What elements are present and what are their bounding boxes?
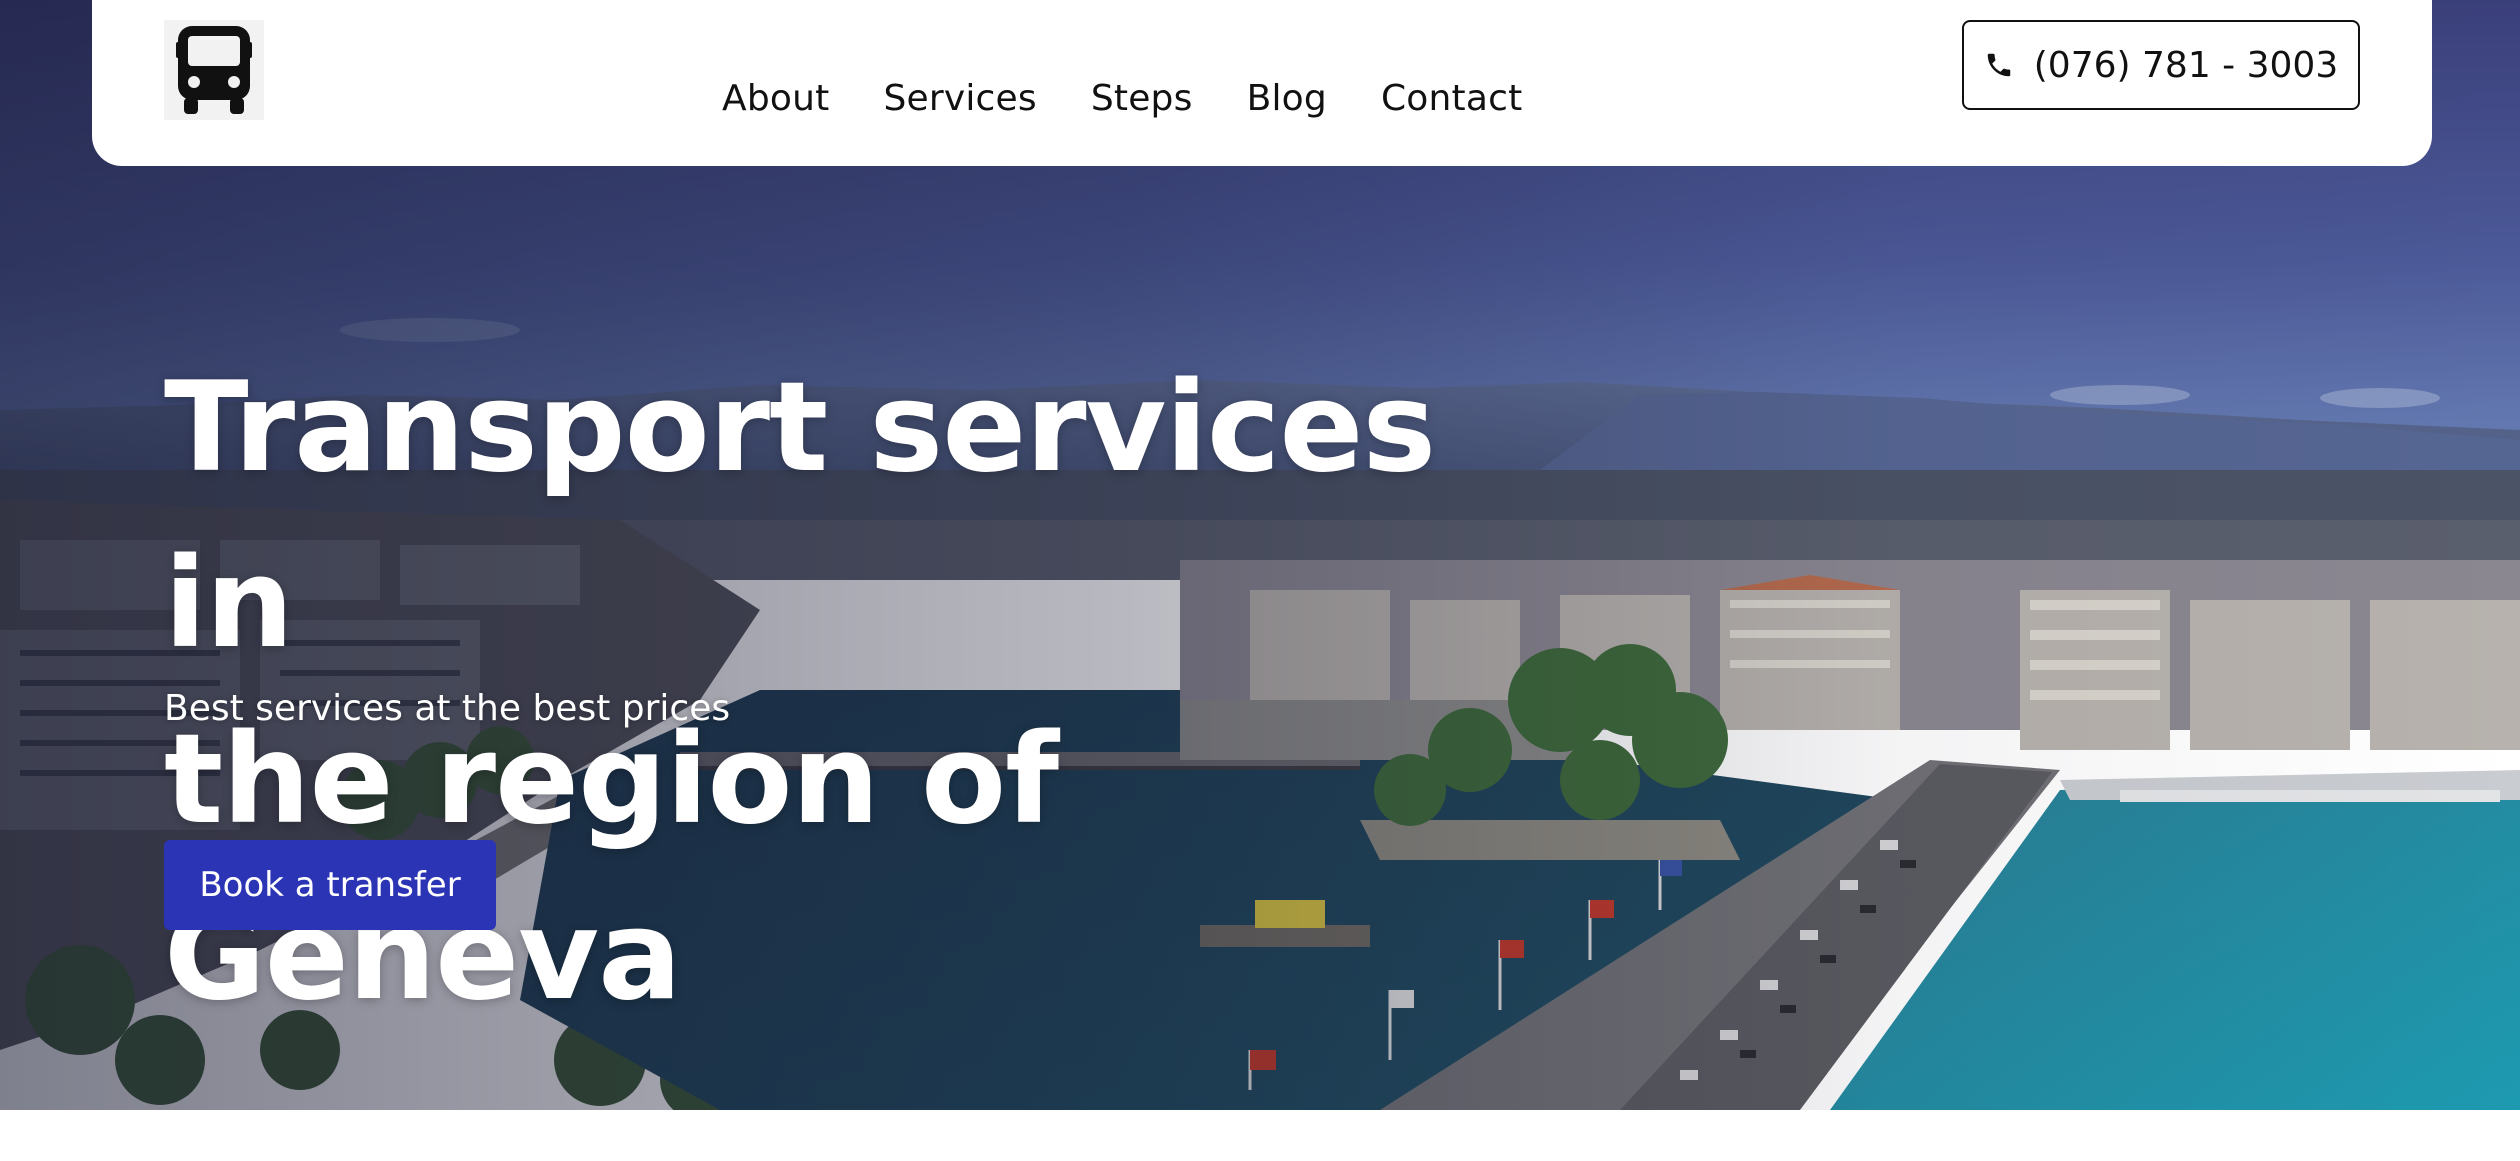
nav-item-blog[interactable]: Blog	[1247, 72, 1327, 126]
nav-item-services[interactable]: Services	[883, 72, 1036, 126]
navbar: About Services Steps Blog Contact (076) …	[92, 0, 2432, 166]
bus-icon	[176, 26, 252, 114]
phone-button[interactable]: (076) 781 - 3003	[1962, 20, 2360, 110]
book-transfer-button[interactable]: Book a transfer	[164, 840, 496, 930]
nav-item-steps[interactable]: Steps	[1091, 72, 1193, 126]
phone-icon	[1987, 53, 2011, 77]
logo[interactable]	[164, 20, 264, 120]
nav-item-about[interactable]: About	[722, 72, 829, 126]
nav-item-contact[interactable]: Contact	[1381, 72, 1522, 126]
phone-number: (076) 781 - 3003	[2033, 44, 2339, 86]
hero-section: Transport services in the region of Gene…	[0, 0, 2520, 1110]
main-nav: About Services Steps Blog Contact	[722, 72, 1522, 126]
hero-subtitle: Best services at the best prices	[164, 688, 731, 729]
hero-title-line-1: Transport services in	[164, 356, 1436, 676]
